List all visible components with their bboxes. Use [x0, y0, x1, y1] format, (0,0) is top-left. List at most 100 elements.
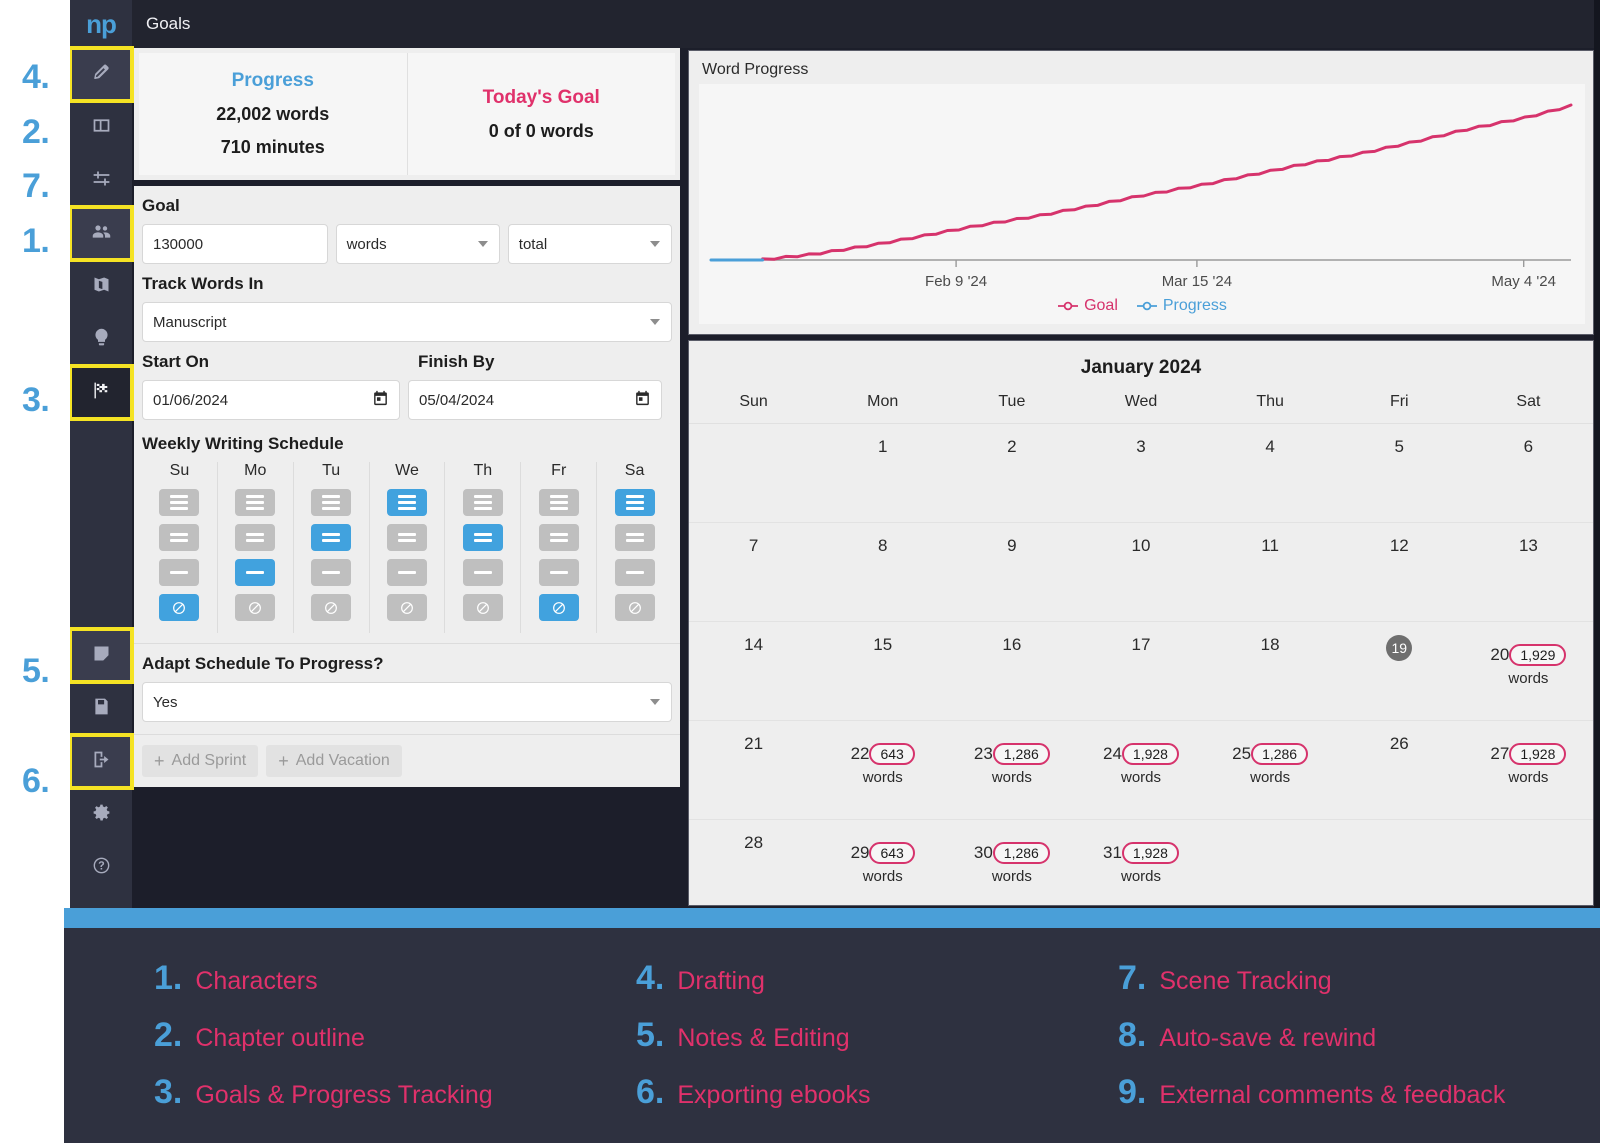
- sidebar-item-characters[interactable]: [70, 205, 134, 262]
- calendar-day-cell[interactable]: [689, 424, 818, 522]
- calendar-word-label: words: [1250, 769, 1291, 786]
- sidebar-item-ideas[interactable]: [70, 313, 132, 366]
- schedule-level-low-button[interactable]: [311, 559, 352, 586]
- calendar-day-cell[interactable]: 7: [689, 523, 818, 621]
- legend-item-number: 4.: [636, 959, 665, 997]
- calendar-day-cell[interactable]: 10: [1076, 523, 1205, 621]
- schedule-level-none-button[interactable]: [614, 594, 655, 621]
- calendar-icon[interactable]: [372, 390, 389, 411]
- schedule-level-high-button[interactable]: [462, 489, 503, 516]
- calendar-day-cell[interactable]: 2: [947, 424, 1076, 522]
- calendar-day-cell[interactable]: 14: [689, 622, 818, 720]
- calendar-day-cell[interactable]: 12: [1335, 523, 1464, 621]
- schedule-level-high-button[interactable]: [614, 489, 655, 516]
- calendar-day-cell[interactable]: 22 643 words: [818, 721, 947, 819]
- calendar-day-cell[interactable]: 17: [1076, 622, 1205, 720]
- schedule-level-medium-button[interactable]: [614, 524, 655, 551]
- calendar-day-cell[interactable]: [1206, 820, 1335, 905]
- schedule-level-medium-button[interactable]: [387, 524, 427, 551]
- schedule-level-high-button[interactable]: [311, 489, 352, 516]
- calendar-day-cell[interactable]: 23 1,286 words: [947, 721, 1076, 819]
- sidebar-item-drafting[interactable]: [70, 46, 134, 103]
- calendar-day-cell[interactable]: 9: [947, 523, 1076, 621]
- schedule-level-low-button[interactable]: [235, 559, 276, 586]
- calendar-day-cell[interactable]: 21: [689, 721, 818, 819]
- schedule-level-none-button[interactable]: [159, 594, 200, 621]
- calendar-day-cell[interactable]: 1: [818, 424, 947, 522]
- sidebar-item-exporting[interactable]: [70, 733, 134, 790]
- sidebar-item-help[interactable]: [70, 841, 132, 894]
- calendar-day-cell[interactable]: 29 643 words: [818, 820, 947, 905]
- finish-by-value: 05/04/2024: [419, 391, 495, 409]
- calendar-day-cell[interactable]: 19: [1335, 622, 1464, 720]
- schedule-level-low-button[interactable]: [159, 559, 200, 586]
- schedule-level-low-button[interactable]: [614, 559, 655, 586]
- calendar-day-number: 29: [850, 843, 870, 862]
- calendar-day-cell[interactable]: 13: [1464, 523, 1593, 621]
- calendar-day-cell[interactable]: 3: [1076, 424, 1205, 522]
- sidebar-item-scene-tracking[interactable]: [70, 154, 132, 207]
- schedule-level-low-button[interactable]: [462, 559, 503, 586]
- schedule-level-low-button[interactable]: [387, 559, 427, 586]
- plus-icon: +: [278, 751, 289, 771]
- schedule-level-medium-button[interactable]: [311, 524, 352, 551]
- schedule-level-medium-button[interactable]: [462, 524, 503, 551]
- schedule-level-high-button[interactable]: [235, 489, 276, 516]
- calendar-day-cell[interactable]: [1464, 820, 1593, 905]
- calendar-day-cell[interactable]: 8: [818, 523, 947, 621]
- calendar-day-cell[interactable]: 27 1,928 words: [1464, 721, 1593, 819]
- calendar-day-cell[interactable]: 11: [1206, 523, 1335, 621]
- calendar-week-row: 21 22 643 words 23 1,286 words 24 1,928 words 25 1,…: [689, 721, 1593, 820]
- chart-legend-item-goal[interactable]: Goal: [1057, 297, 1118, 315]
- calendar-day-cell[interactable]: 6: [1464, 424, 1593, 522]
- goal-scope-select[interactable]: total: [507, 224, 672, 264]
- finish-by-input[interactable]: 05/04/2024: [408, 380, 662, 420]
- chart-svg: Feb 9 '24 Mar 15 '24 May 4 '24: [709, 103, 1573, 290]
- calendar-day-cell[interactable]: 31 1,928 words: [1076, 820, 1205, 905]
- sidebar-item-notes-editing[interactable]: [70, 627, 134, 684]
- adapt-schedule-select[interactable]: Yes: [142, 682, 672, 722]
- schedule-level-medium-button[interactable]: [538, 524, 579, 551]
- sidebar-item-goals[interactable]: [70, 364, 134, 421]
- schedule-level-medium-button[interactable]: [235, 524, 276, 551]
- schedule-level-high-button[interactable]: [159, 489, 200, 516]
- chart-legend-item-progress[interactable]: Progress: [1136, 297, 1227, 315]
- app-logo[interactable]: np: [70, 0, 132, 48]
- calendar-day-cell[interactable]: 26: [1335, 721, 1464, 819]
- calendar-day-cell[interactable]: 5: [1335, 424, 1464, 522]
- sidebar-item-settings[interactable]: [70, 788, 132, 841]
- sidebar-item-world-map[interactable]: [70, 260, 132, 313]
- calendar-day-cell[interactable]: [1335, 820, 1464, 905]
- calendar-day-cell[interactable]: 28: [689, 820, 818, 905]
- calendar-day-cell[interactable]: 16: [947, 622, 1076, 720]
- calendar-day-cell[interactable]: 18: [1206, 622, 1335, 720]
- calendar-day-cell[interactable]: 4: [1206, 424, 1335, 522]
- schedule-level-none-button[interactable]: [538, 594, 579, 621]
- schedule-level-none-button[interactable]: [462, 594, 503, 621]
- add-sprint-button[interactable]: + Add Sprint: [142, 745, 259, 777]
- schedule-level-medium-button[interactable]: [159, 524, 200, 551]
- schedule-level-none-button[interactable]: [311, 594, 352, 621]
- schedule-level-none-button[interactable]: [387, 594, 427, 621]
- sidebar-item-chapter-outline[interactable]: [70, 101, 132, 154]
- schedule-level-high-button[interactable]: [387, 489, 427, 516]
- track-words-select[interactable]: Manuscript: [142, 302, 672, 342]
- add-vacation-button[interactable]: + Add Vacation: [266, 745, 402, 777]
- calendar-day-cell[interactable]: 30 1,286 words: [947, 820, 1076, 905]
- calendar-day-cell[interactable]: 25 1,286 words: [1206, 721, 1335, 819]
- legend-item-label: Goals & Progress Tracking: [195, 1081, 493, 1109]
- calendar-day-cell[interactable]: 24 1,928 words: [1076, 721, 1205, 819]
- schedule-level-low-button[interactable]: [538, 559, 579, 586]
- goal-unit-select[interactable]: words: [335, 224, 500, 264]
- calendar-word-goal-pill: 1,928: [1121, 842, 1179, 864]
- start-on-input[interactable]: 01/06/2024: [142, 380, 400, 420]
- sidebar-item-auto-save[interactable]: [70, 682, 132, 735]
- chart-title: Word Progress: [702, 61, 809, 78]
- calendar-day-cell[interactable]: 20 1,929 words: [1464, 622, 1593, 720]
- schedule-level-none-button[interactable]: [235, 594, 276, 621]
- calendar-day-cell[interactable]: 15: [818, 622, 947, 720]
- calendar-icon[interactable]: [634, 390, 651, 411]
- goal-amount-input[interactable]: 130000: [142, 224, 328, 264]
- schedule-level-high-button[interactable]: [538, 489, 579, 516]
- schedule-day-column: Fr: [520, 462, 596, 633]
